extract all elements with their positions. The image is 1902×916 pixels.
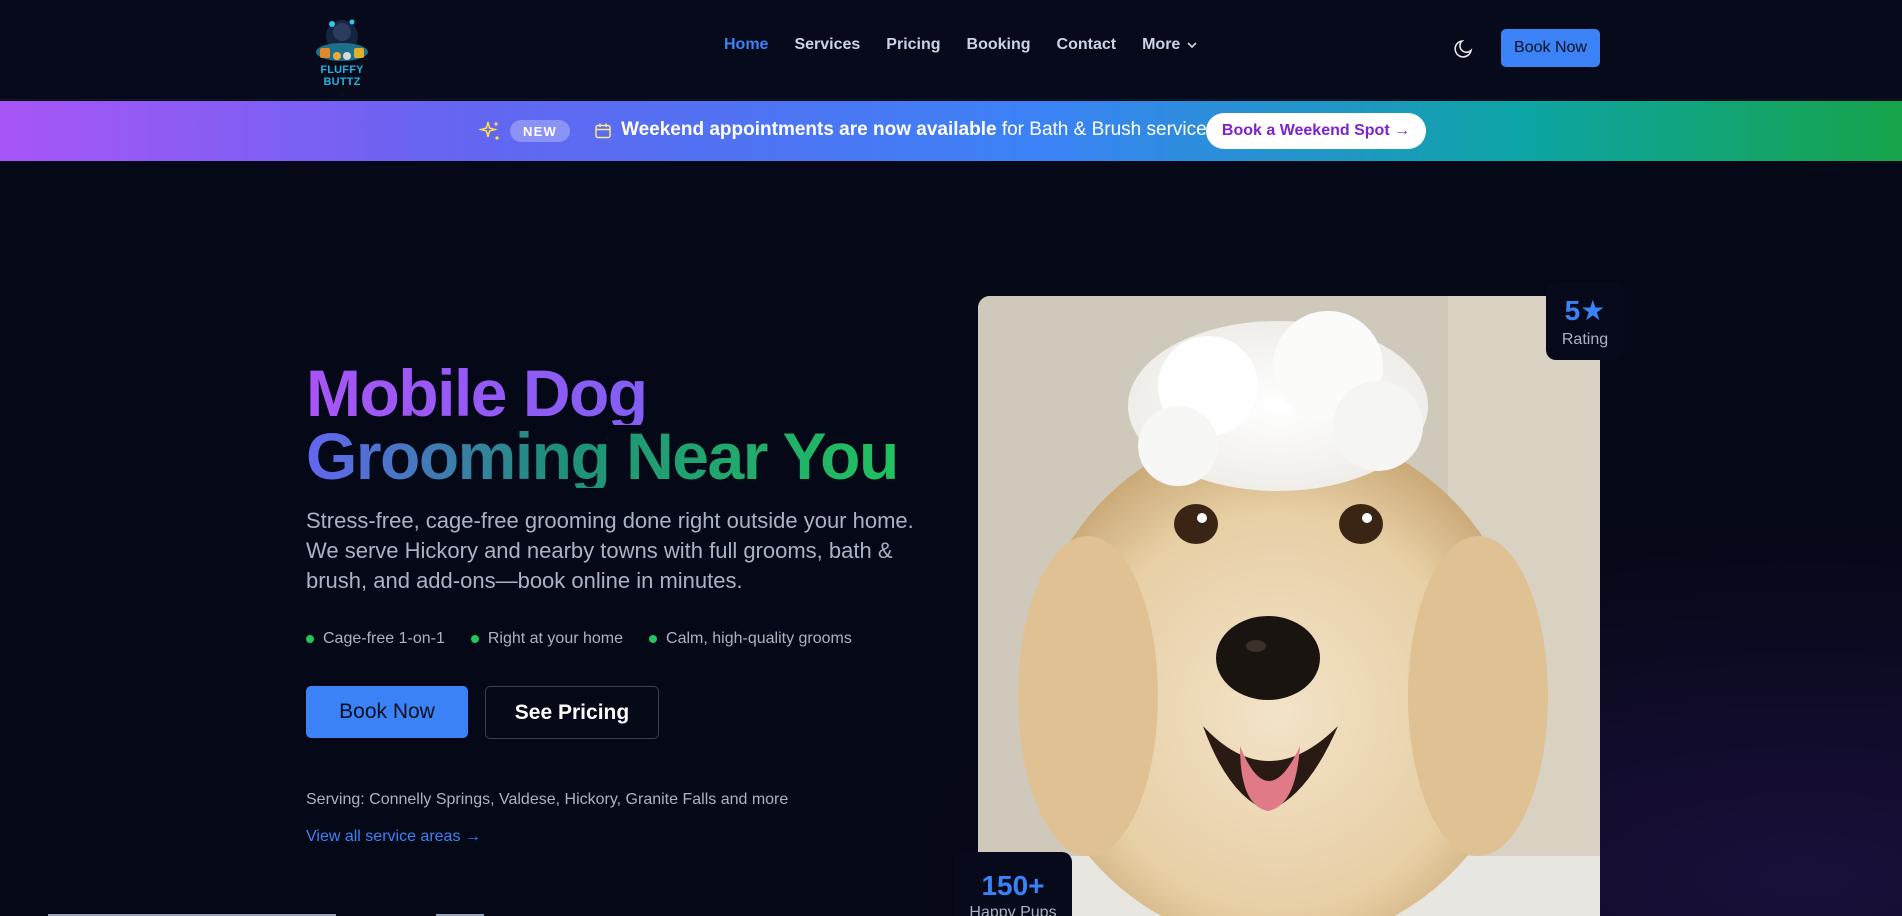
logo-wordmark: FLUFFY BUTTZ	[320, 64, 364, 88]
hero-title-line1: Mobile Dog	[306, 360, 926, 426]
green-dot-icon	[470, 635, 479, 643]
feature-label: Calm, high-quality grooms	[666, 630, 852, 647]
calendar-icon	[594, 122, 612, 140]
service-areas-text: Serving: Connelly Springs, Valdese, Hick…	[306, 791, 789, 808]
feature-label: Right at your home	[487, 630, 624, 647]
logo-emblem-icon	[316, 19, 368, 61]
see-pricing-button[interactable]: See Pricing	[485, 686, 659, 739]
banner-message-bold: Weekend appointments are now available	[621, 119, 997, 140]
announcement-banner: NEW Weekend appointments are now availab…	[0, 101, 1902, 161]
green-dot-icon	[306, 635, 314, 643]
book-weekend-spot-button[interactable]: Book a Weekend Spot →	[1206, 113, 1426, 149]
feature-item: Right at your home	[470, 630, 624, 648]
nav-link-home[interactable]: Home	[724, 36, 768, 54]
view-service-areas-link[interactable]: View all service areas →	[306, 828, 481, 846]
top-navbar: FLUFFY BUTTZ Home Services Pricing Booki…	[0, 0, 1902, 100]
feature-list: Cage-free 1-on-1 Right at your home Calm…	[306, 630, 878, 648]
hero-book-now-button[interactable]: Book Now	[306, 686, 468, 738]
hero-title-line2: Grooming Near You	[306, 423, 926, 489]
hero-subtitle: Stress-free, cage-free grooming done rig…	[306, 508, 914, 593]
sparkles-icon	[478, 119, 502, 143]
fluffy-buttz-logo[interactable]: FLUFFY BUTTZ	[306, 14, 378, 88]
banner-message: Weekend appointments are now available f…	[621, 119, 1221, 141]
rating-value: 5★	[1564, 294, 1606, 326]
feature-item: Cage-free 1-on-1	[306, 630, 445, 648]
feature-item: Calm, high-quality grooms	[649, 630, 852, 648]
hero-title: Mobile Dog Grooming Near You	[306, 360, 926, 489]
nav-link-booking[interactable]: Booking	[967, 36, 1031, 54]
nav-more-label: More	[1142, 36, 1181, 53]
happy-pups-stat-card: 150+ Happy Pups	[954, 852, 1072, 916]
rating-stat-card: 5★ Rating	[1546, 282, 1624, 360]
new-badge: NEW	[510, 120, 570, 142]
feature-label: Cage-free 1-on-1	[323, 630, 445, 647]
rating-label: Rating	[1561, 330, 1609, 348]
chevron-down-icon	[1187, 42, 1197, 49]
nav-link-services[interactable]: Services	[794, 36, 860, 54]
happy-pups-value: 150+	[981, 870, 1045, 901]
nav-link-pricing[interactable]: Pricing	[886, 36, 940, 54]
nav-link-contact[interactable]: Contact	[1057, 36, 1117, 54]
dog-photo-illustration	[978, 296, 1600, 916]
green-dot-icon	[649, 635, 658, 643]
hero-dog-photo	[978, 296, 1600, 916]
nav-links: Home Services Pricing Booking Contact Mo…	[724, 36, 1224, 54]
hero-section	[0, 162, 1902, 916]
moon-icon	[1454, 39, 1473, 58]
theme-toggle-button[interactable]	[1452, 36, 1476, 60]
banner-message-rest: for Bath & Brush services!	[996, 119, 1222, 140]
happy-pups-label: Happy Pups	[969, 904, 1057, 916]
nav-book-now-button[interactable]: Book Now	[1501, 29, 1600, 67]
nav-more-dropdown[interactable]: More	[1142, 36, 1198, 54]
